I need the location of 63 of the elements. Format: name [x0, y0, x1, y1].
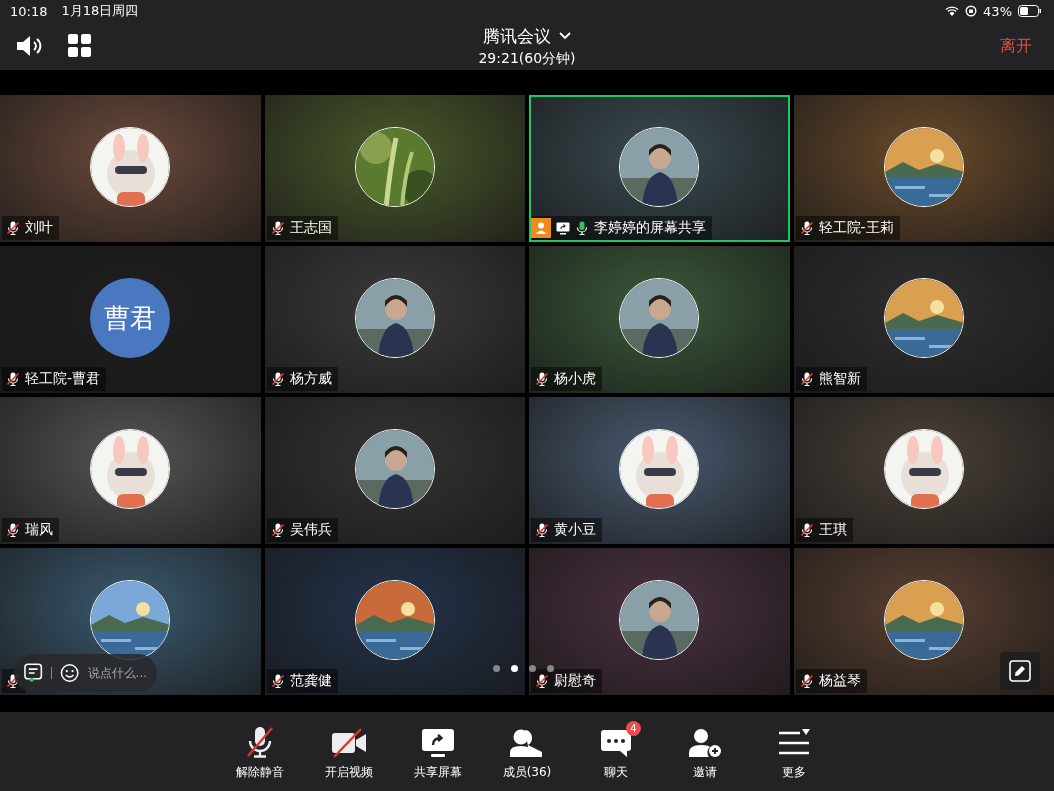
toolbar-button[interactable]: 解除静音: [230, 720, 290, 786]
status-date: 1月18日周四: [61, 2, 139, 20]
toolbar-button[interactable]: 成员(36): [497, 720, 557, 786]
battery-icon: [1018, 5, 1042, 17]
chat-placeholder[interactable]: 说点什么...: [87, 664, 147, 682]
participant-name: 刘叶: [25, 219, 53, 237]
participant-name: 黄小豆: [554, 521, 596, 539]
emoji-icon[interactable]: [60, 663, 80, 683]
video-tile[interactable]: 尉慰奇: [529, 548, 790, 695]
video-tile[interactable]: 轻工院-王莉: [793, 95, 1054, 242]
chevron-down-icon[interactable]: [559, 32, 571, 40]
speaker-icon[interactable]: [16, 35, 44, 57]
video-tile[interactable]: 瑞风: [0, 397, 261, 544]
video-tile[interactable]: 王琪: [793, 397, 1054, 544]
chat-input-pill[interactable]: 说点什么...: [14, 654, 157, 692]
meeting-title[interactable]: 腾讯会议: [483, 24, 551, 48]
page-dot[interactable]: [529, 665, 536, 672]
participant-name: 杨益琴: [818, 672, 861, 690]
toolbar-button[interactable]: 更多: [764, 720, 824, 786]
video-tile[interactable]: 李婷婷的屏幕共享: [529, 95, 790, 242]
battery-percent: 43%: [983, 3, 1012, 19]
unread-count: 4: [626, 721, 641, 736]
toolbar-button[interactable]: 开启视频: [319, 720, 379, 786]
video-tile[interactable]: 杨方威: [264, 246, 525, 393]
video-tile[interactable]: 范龚健: [264, 548, 525, 695]
participant-name: 吴伟兵: [289, 521, 332, 539]
video-tile[interactable]: 黄小豆: [529, 397, 790, 544]
participant-name: 范龚健: [289, 672, 332, 690]
video-tile[interactable]: 杨小虎: [529, 246, 790, 393]
video-tile[interactable]: 吴伟兵: [264, 397, 525, 544]
meeting-timer: 29:21(60分钟): [478, 49, 576, 68]
leave-button[interactable]: 离开: [994, 31, 1038, 61]
participant-name: 王志国: [289, 219, 332, 237]
screen-share-icon: [556, 221, 570, 235]
rotation-lock-icon: [965, 5, 978, 17]
video-tile[interactable]: 熊智新: [793, 246, 1054, 393]
chat-list-icon[interactable]: [24, 663, 44, 683]
toolbar-button[interactable]: 4 聊天: [586, 720, 646, 786]
annotate-button[interactable]: [1000, 652, 1040, 690]
wifi-icon: [945, 5, 960, 17]
participant-name: 杨方威: [289, 370, 332, 388]
initials-avatar: 曹君: [90, 278, 171, 358]
participant-name: 王琪: [818, 521, 847, 539]
participant-name: 杨小虎: [554, 370, 596, 388]
video-tile[interactable]: 王志国: [264, 95, 525, 242]
toolbar-button[interactable]: 邀请: [675, 720, 735, 786]
participant-name: 轻工院-曹君: [25, 370, 101, 388]
edit-icon: [1009, 660, 1031, 682]
participant-name: 李婷婷的屏幕共享: [594, 219, 706, 237]
video-tile[interactable]: 杨益琴: [793, 548, 1054, 695]
video-tile[interactable]: 曹君 轻工院-曹君: [0, 246, 261, 393]
page-dot[interactable]: [511, 665, 518, 672]
grid-view-icon[interactable]: [68, 34, 92, 58]
participant-name: 轻工院-王莉: [818, 219, 894, 237]
video-tile[interactable]: 刘叶: [0, 95, 261, 242]
participant-name: 瑞风: [25, 521, 53, 539]
toolbar-button[interactable]: 共享屏幕: [408, 720, 468, 786]
host-icon: [531, 218, 551, 238]
status-time: 10:18: [10, 3, 48, 19]
page-dot[interactable]: [547, 665, 554, 672]
participant-name: 尉慰奇: [554, 672, 596, 690]
page-dot[interactable]: [493, 665, 500, 672]
participant-name: 熊智新: [818, 370, 861, 388]
